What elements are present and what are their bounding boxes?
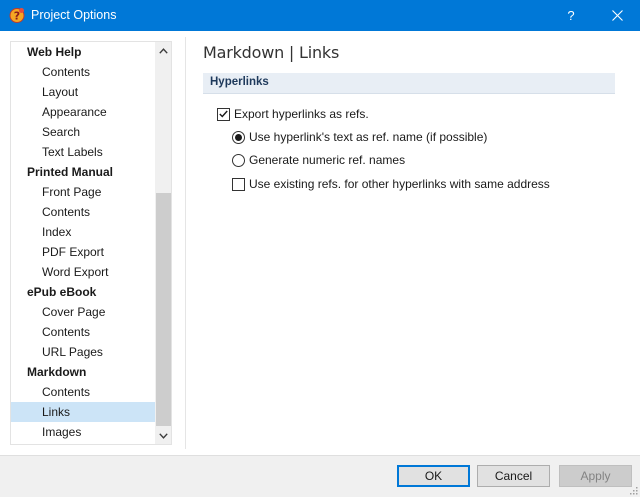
cancel-button[interactable]: Cancel: [477, 465, 550, 487]
tree-group-item[interactable]: Printed Manual: [11, 162, 155, 182]
tree-child-item[interactable]: Front Page: [11, 182, 155, 202]
tree-child-item[interactable]: Links: [11, 402, 155, 422]
chevron-up-icon: [159, 47, 168, 54]
chevron-down-icon: [159, 432, 168, 439]
window-title: Project Options: [31, 8, 117, 22]
page-title: Markdown | Links: [203, 43, 340, 62]
tree-child-item[interactable]: PDF Export: [11, 242, 155, 262]
tree-child-item[interactable]: Cover Page: [11, 302, 155, 322]
tree-child-item[interactable]: Contents: [11, 322, 155, 342]
scroll-thumb[interactable]: [156, 193, 171, 426]
panel-divider: [185, 37, 186, 449]
tree-child-item[interactable]: Images: [11, 422, 155, 442]
resize-grip-icon[interactable]: [628, 485, 638, 495]
use-existing-checkbox[interactable]: Use existing refs. for other hyperlinks …: [232, 177, 550, 191]
tree-child-item[interactable]: Search: [11, 122, 155, 142]
section-title: Hyperlinks: [210, 76, 269, 88]
tree-child-item[interactable]: Contents: [11, 62, 155, 82]
options-tree-list: Web Help Contents Layout Appearance Search Te…: [11, 42, 155, 442]
tree-child-item[interactable]: Word Export: [11, 262, 155, 282]
tree-child-item[interactable]: Layout: [11, 82, 155, 102]
dialog-body: Web Help Contents Layout Appearance Search Te…: [0, 31, 640, 455]
tree-child-item[interactable]: Text Labels: [11, 142, 155, 162]
help-button[interactable]: ?: [548, 0, 594, 31]
title-bar: ? Project Options ?: [0, 0, 640, 31]
use-existing-label: Use existing refs. for other hyperlinks …: [249, 177, 550, 191]
tree-child-item[interactable]: Contents: [11, 202, 155, 222]
checkbox-box: [232, 177, 245, 191]
dialog-footer: OK Cancel Apply: [0, 455, 640, 497]
app-icon: ?: [9, 8, 25, 23]
scroll-up-button[interactable]: [155, 42, 171, 59]
tree-child-item[interactable]: Contents: [11, 382, 155, 402]
close-icon: [611, 10, 623, 21]
use-text-label: Use hyperlink's text as ref. name (if po…: [249, 130, 488, 144]
radio-selected-dot: [235, 133, 242, 141]
tree-child-item[interactable]: URL Pages: [11, 342, 155, 362]
tree-child-item[interactable]: Appearance: [11, 102, 155, 122]
section-header: Hyperlinks: [203, 73, 615, 94]
checkmark-icon: [219, 110, 228, 118]
use-text-radio[interactable]: Use hyperlink's text as ref. name (if po…: [232, 130, 487, 144]
options-tree[interactable]: Web Help Contents Layout Appearance Search Te…: [10, 41, 172, 445]
radio-circle: [232, 153, 245, 167]
export-refs-checkbox[interactable]: Export hyperlinks as refs.: [217, 107, 369, 121]
scroll-down-button[interactable]: [155, 427, 171, 444]
tree-scrollbar[interactable]: [155, 42, 171, 444]
export-refs-label: Export hyperlinks as refs.: [234, 107, 369, 121]
tree-child-item[interactable]: Index: [11, 222, 155, 242]
tree-group-item[interactable]: Markdown: [11, 362, 155, 382]
ok-button[interactable]: OK: [397, 465, 470, 487]
apply-button[interactable]: Apply: [559, 465, 632, 487]
numeric-radio[interactable]: Generate numeric ref. names: [232, 153, 405, 167]
tree-group-item[interactable]: ePub eBook: [11, 282, 155, 302]
checkbox-box: [217, 107, 230, 121]
radio-circle: [232, 130, 245, 144]
numeric-label: Generate numeric ref. names: [249, 153, 406, 167]
tree-group-item[interactable]: Web Help: [11, 42, 155, 62]
close-button[interactable]: [594, 0, 640, 31]
